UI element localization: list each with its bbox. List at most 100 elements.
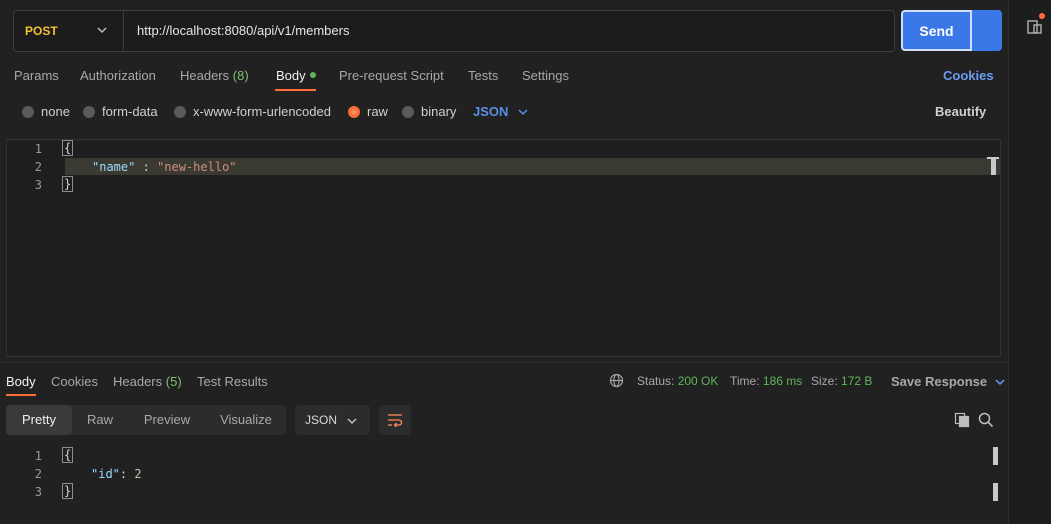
view-mode-raw[interactable]: Raw [72, 405, 128, 435]
tab-label: Pre-request Script [339, 68, 444, 83]
tab-pre-request-script[interactable]: Pre-request Script [339, 68, 444, 83]
status-label: Status: [637, 374, 675, 388]
method-label: POST [25, 24, 58, 38]
json-key: "name" [92, 160, 136, 174]
tab-label: Headers [180, 68, 230, 83]
tab-params[interactable]: Params [14, 68, 59, 83]
code-open-brace: { [62, 447, 74, 463]
radio-form-data[interactable]: form-data [83, 104, 158, 119]
active-tab-indicator [6, 394, 36, 396]
line-number: 2 [34, 160, 42, 174]
tab-count: (5) [165, 374, 182, 389]
brace: { [62, 447, 74, 463]
body-modified-dot [309, 72, 316, 78]
request-url-bar: POST http://localhost:8080/api/v1/member… [13, 10, 895, 52]
radio-icon [402, 106, 414, 118]
chevron-down-icon [347, 418, 357, 425]
tab-label: Settings [522, 68, 569, 83]
search-icon[interactable] [978, 412, 994, 428]
scrollbar-thumb[interactable] [993, 447, 998, 465]
view-mode-visualize[interactable]: Visualize [206, 405, 286, 435]
radio-icon [83, 106, 95, 118]
response-format-select[interactable]: JSON [295, 405, 370, 435]
radio-label: binary [421, 104, 457, 119]
scrollbar-thumb[interactable] [993, 483, 998, 501]
chevron-down-icon [518, 109, 528, 116]
wrap-lines-button[interactable] [379, 405, 411, 435]
tab-authorization[interactable]: Authorization [80, 68, 156, 83]
response-tab-test-results[interactable]: Test Results [197, 374, 268, 389]
cookies-link[interactable]: Cookies [943, 68, 994, 83]
size-label: Size: [811, 374, 838, 388]
time-value[interactable]: 186 ms [763, 374, 802, 388]
json-key: "id" [91, 467, 120, 481]
json-value: "new-hello" [157, 160, 237, 174]
brace: } [62, 483, 74, 499]
send-options-button[interactable] [972, 10, 1002, 51]
line-number: 3 [34, 485, 42, 499]
line-number: 1 [34, 449, 42, 463]
radio-raw[interactable]: raw [348, 104, 388, 119]
line-number: 2 [34, 467, 42, 481]
radio-x-www-form-urlencoded[interactable]: x-www-form-urlencoded [174, 104, 331, 119]
tab-headers[interactable]: Headers (8) [180, 68, 249, 83]
scrollbar-thumb[interactable] [991, 157, 996, 175]
radio-none[interactable]: none [22, 104, 70, 119]
response-format-label: JSON [305, 413, 338, 427]
copy-icon[interactable] [954, 412, 970, 428]
tab-tests[interactable]: Tests [468, 68, 498, 83]
time-text: Time: 186 ms [730, 374, 802, 388]
chevron-down-icon [995, 379, 1005, 386]
radio-binary[interactable]: binary [402, 104, 456, 119]
globe-icon[interactable] [609, 373, 624, 388]
brace: { [62, 140, 74, 156]
size-value[interactable]: 172 B [841, 374, 872, 388]
tab-label: Headers [113, 374, 163, 389]
wrap-lines-icon [388, 414, 403, 427]
line-number: 1 [34, 142, 42, 156]
code-close-brace: } [62, 176, 74, 192]
response-tab-body[interactable]: Body [6, 374, 36, 389]
time-label: Time: [730, 374, 760, 388]
line-number: 3 [34, 178, 42, 192]
code-close-brace: } [62, 483, 74, 499]
beautify-link[interactable]: Beautify [935, 104, 986, 119]
save-response-label: Save Response [891, 374, 988, 389]
status-text: Status: 200 OK [637, 374, 718, 388]
radio-label: none [41, 104, 70, 119]
view-mode-pretty[interactable]: Pretty [6, 405, 72, 435]
radio-icon [174, 106, 186, 118]
panel-divider[interactable] [0, 362, 1008, 363]
documentation-icon[interactable] [1027, 17, 1043, 35]
body-format-select[interactable]: JSON [473, 104, 528, 119]
json-value: 2 [134, 467, 142, 481]
radio-label: raw [367, 104, 388, 119]
tab-count: (8) [232, 68, 249, 83]
brace: } [62, 176, 74, 192]
chevron-down-icon [97, 27, 107, 34]
method-select[interactable]: POST [14, 11, 124, 51]
view-mode-switcher: Pretty Raw Preview Visualize [6, 405, 286, 435]
radio-icon [22, 106, 34, 118]
code-line: "name" : "new-hello" [92, 160, 237, 174]
save-response-button[interactable]: Save Response [891, 374, 1005, 389]
radio-label: x-www-form-urlencoded [193, 104, 331, 119]
response-tab-cookies[interactable]: Cookies [51, 374, 98, 389]
view-mode-preview[interactable]: Preview [128, 405, 206, 435]
radio-selected-icon [348, 106, 360, 118]
json-sep: : [119, 467, 135, 481]
tab-body[interactable]: Body [276, 68, 316, 83]
response-tab-headers[interactable]: Headers (5) [113, 374, 182, 389]
tab-settings[interactable]: Settings [522, 68, 569, 83]
notification-dot [1039, 13, 1045, 19]
tab-label: Body [276, 68, 306, 83]
status-value[interactable]: 200 OK [678, 374, 719, 388]
send-button[interactable]: Send [901, 10, 972, 51]
url-input[interactable]: http://localhost:8080/api/v1/members [137, 23, 349, 38]
radio-label: form-data [102, 104, 158, 119]
right-sidebar [1008, 0, 1051, 524]
code-open-brace: { [62, 140, 74, 156]
body-format-label: JSON [473, 104, 509, 119]
tab-label: Params [14, 68, 59, 83]
tab-label: Authorization [80, 68, 156, 83]
